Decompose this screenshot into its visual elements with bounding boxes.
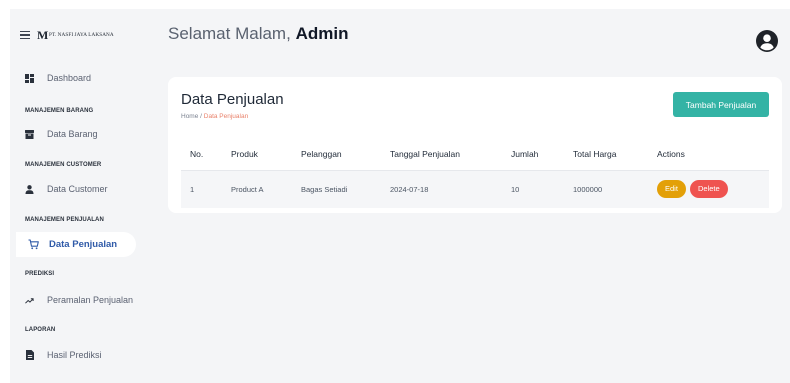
sidebar-section-prediksi: PREDIKSI <box>25 271 55 277</box>
breadcrumb-home[interactable]: Home <box>181 113 198 120</box>
document-icon <box>25 350 34 360</box>
edit-button[interactable]: Edit <box>657 180 686 199</box>
company-name: PT. NASFI JAYA LAKSANA <box>49 32 114 38</box>
col-header-no: No. <box>181 139 231 171</box>
cell-jumlah: 10 <box>511 170 573 208</box>
sidebar-section-customer: MANAJEMEN CUSTOMER <box>25 162 102 168</box>
sidebar-item-dashboard[interactable]: Dashboard <box>20 70 91 86</box>
data-penjualan-card: Data Penjualan Home / Data Penjualan Tam… <box>168 77 782 213</box>
col-header-pelanggan: Pelanggan <box>301 139 390 171</box>
cell-actions: Edit Delete <box>657 170 769 208</box>
cell-pelanggan: Bagas Setiadi <box>301 170 390 208</box>
brand: M PT. NASFI JAYA LAKSANA <box>20 28 114 42</box>
col-header-jumlah: Jumlah <box>511 139 573 171</box>
greeting: Selamat Malam, Admin <box>168 24 349 43</box>
box-icon <box>25 129 34 139</box>
sidebar-item-hasil-prediksi[interactable]: Hasil Prediksi <box>20 347 102 363</box>
user-icon <box>25 184 34 194</box>
sidebar-item-peramalan-penjualan[interactable]: Peramalan Penjualan <box>20 292 133 308</box>
sidebar-section-penjualan: MANAJEMEN PENJUALAN <box>25 217 104 223</box>
cart-icon <box>28 239 39 250</box>
penjualan-table: No. Produk Pelanggan Tanggal Penjualan J… <box>181 139 769 208</box>
sidebar-section-laporan: LAPORAN <box>25 327 56 333</box>
cell-no: 1 <box>181 170 231 208</box>
sidebar: M PT. NASFI JAYA LAKSANA Dashboard MANAJ… <box>10 9 150 383</box>
table-header-row: No. Produk Pelanggan Tanggal Penjualan J… <box>181 139 769 171</box>
col-header-produk: Produk <box>231 139 301 171</box>
app-frame: M PT. NASFI JAYA LAKSANA Dashboard MANAJ… <box>10 9 790 383</box>
sidebar-item-data-barang[interactable]: Data Barang <box>20 126 98 142</box>
cell-produk: Product A <box>231 170 301 208</box>
dashboard-icon <box>25 73 34 83</box>
cell-tanggal: 2024-07-18 <box>390 170 511 208</box>
user-avatar-icon[interactable] <box>756 30 778 52</box>
breadcrumb-current: Data Penjualan <box>203 113 249 120</box>
delete-button[interactable]: Delete <box>689 180 728 199</box>
breadcrumb: Home / Data Penjualan <box>181 113 249 120</box>
sidebar-section-barang: MANAJEMEN BARANG <box>25 108 94 114</box>
sidebar-item-data-penjualan[interactable]: Data Penjualan <box>16 232 136 257</box>
cell-total-harga: 1000000 <box>573 170 657 208</box>
tambah-penjualan-button[interactable]: Tambah Penjualan <box>673 92 769 117</box>
col-header-actions: Actions <box>657 139 769 171</box>
table-row: 1 Product A Bagas Setiadi 2024-07-18 10 … <box>181 170 769 208</box>
col-header-total-harga: Total Harga <box>573 139 657 171</box>
trend-icon <box>25 296 34 305</box>
col-header-tanggal: Tanggal Penjualan <box>390 139 511 171</box>
sidebar-item-data-customer[interactable]: Data Customer <box>20 181 108 197</box>
company-logo: M <box>37 28 49 42</box>
admin-name: Admin <box>295 24 349 43</box>
hamburger-menu-icon[interactable] <box>20 31 30 39</box>
page-title: Data Penjualan <box>181 91 284 108</box>
